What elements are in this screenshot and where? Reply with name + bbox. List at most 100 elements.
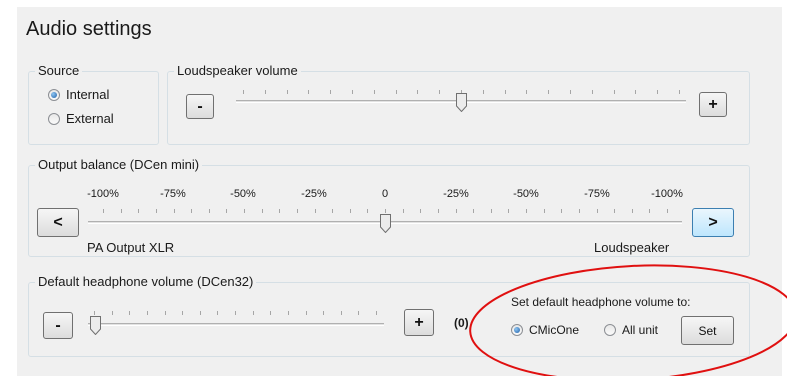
- slider-tick: [657, 90, 659, 94]
- balance-scale-label: -25%: [301, 188, 327, 200]
- slider-tick: [352, 90, 353, 94]
- slider-tick: [614, 209, 616, 213]
- cmicone-radio[interactable]: CMicOne: [511, 323, 579, 337]
- balance-scale-label: -100%: [651, 188, 683, 200]
- slider-tick: [138, 209, 140, 213]
- headphone-minus-button[interactable]: -: [43, 312, 73, 339]
- headphone-volume-slider[interactable]: [88, 311, 384, 337]
- slider-tick: [367, 209, 369, 213]
- balance-scale-label: -75%: [584, 188, 610, 200]
- slider-tick: [173, 209, 175, 213]
- slider-tick: [146, 311, 148, 315]
- source-external-label: External: [66, 111, 114, 126]
- headphone-volume-label: Default headphone volume (DCen32): [35, 274, 257, 289]
- slider-tick: [279, 209, 281, 213]
- slider-tick: [94, 311, 95, 315]
- slider-tick: [526, 209, 527, 213]
- slider-tick: [437, 209, 439, 213]
- source-group: Source: [28, 63, 159, 145]
- slider-tick: [373, 90, 375, 94]
- slider-tick: [402, 209, 404, 213]
- slider-tick: [649, 209, 651, 213]
- slider-tick: [679, 90, 680, 94]
- slider-tick: [543, 209, 545, 213]
- headphone-plus-button[interactable]: +: [404, 309, 434, 336]
- slider-tick: [591, 90, 593, 94]
- balance-scale-label: -50%: [230, 188, 256, 200]
- slider-track: [88, 323, 384, 326]
- slider-tick: [358, 311, 360, 315]
- slider-tick: [439, 90, 441, 94]
- slider-tick: [340, 311, 342, 315]
- slider-tick: [455, 209, 457, 213]
- radio-checked-icon: [511, 324, 523, 336]
- slider-tick: [296, 209, 298, 213]
- slider-tick: [548, 90, 550, 94]
- loudspeaker-volume-slider[interactable]: [236, 90, 686, 116]
- slider-tick: [613, 90, 615, 94]
- slider-tick: [308, 90, 310, 94]
- slider-tick: [261, 209, 263, 213]
- slider-tick: [635, 90, 637, 94]
- slider-tick: [631, 209, 633, 213]
- loudspeaker-plus-button[interactable]: +: [699, 92, 727, 117]
- slider-tick: [164, 311, 166, 315]
- balance-scale-label: -25%: [443, 188, 469, 200]
- balance-scale-label: -100%: [87, 188, 119, 200]
- slider-tick: [420, 209, 422, 213]
- slider-tick: [526, 90, 528, 94]
- balance-scale-label: -50%: [513, 188, 539, 200]
- balance-scale-label: -75%: [160, 188, 186, 200]
- page-title: Audio settings: [26, 18, 152, 40]
- slider-tick: [508, 209, 510, 213]
- slider-tick: [561, 209, 563, 213]
- radio-checked-icon: [48, 88, 60, 101]
- slider-tick: [482, 90, 484, 94]
- slider-thumb[interactable]: [380, 214, 391, 233]
- source-external-radio[interactable]: External: [48, 111, 114, 126]
- slider-tick: [182, 311, 184, 315]
- cmicone-label: CMicOne: [529, 323, 580, 337]
- set-button[interactable]: Set: [681, 316, 734, 345]
- slider-tick: [349, 209, 351, 213]
- balance-left-button[interactable]: <: [37, 208, 79, 237]
- slider-tick: [287, 311, 289, 315]
- slider-tick: [385, 209, 386, 213]
- slider-tick: [199, 311, 201, 315]
- headphone-volume-value: (0): [454, 316, 469, 330]
- set-default-headphone-label: Set default headphone volume to:: [511, 295, 691, 309]
- slider-tick: [243, 90, 244, 94]
- slider-tick: [129, 311, 131, 315]
- source-group-label: Source: [35, 63, 83, 78]
- slider-tick: [103, 209, 104, 213]
- slider-tick: [417, 90, 419, 94]
- slider-tick: [596, 209, 598, 213]
- slider-tick: [395, 90, 397, 94]
- balance-right-endpoint-label: Loudspeaker: [594, 240, 670, 255]
- slider-tick: [314, 209, 316, 213]
- balance-right-button[interactable]: >: [692, 208, 734, 237]
- output-balance-slider[interactable]: [88, 209, 682, 235]
- slider-tick: [323, 311, 325, 315]
- slider-tick: [120, 209, 122, 213]
- slider-tick: [235, 311, 236, 315]
- slider-thumb[interactable]: [456, 93, 467, 112]
- output-balance-label: Output balance (DCen mini): [35, 157, 203, 172]
- slider-tick: [208, 209, 210, 213]
- slider-tick: [570, 90, 571, 94]
- slider-tick: [490, 209, 492, 213]
- slider-tick: [376, 311, 377, 315]
- slider-tick: [305, 311, 307, 315]
- source-internal-label: Internal: [66, 87, 110, 102]
- slider-tick: [252, 311, 254, 315]
- source-internal-radio[interactable]: Internal: [48, 87, 109, 102]
- balance-scale-label: 0: [381, 188, 389, 200]
- slider-tick: [504, 90, 506, 94]
- all-unit-radio[interactable]: All unit: [604, 323, 658, 337]
- loudspeaker-minus-button[interactable]: -: [186, 94, 214, 119]
- slider-tick: [264, 90, 266, 94]
- slider-ticks: [94, 311, 377, 315]
- slider-tick: [111, 311, 113, 315]
- slider-thumb[interactable]: [90, 316, 101, 335]
- balance-left-endpoint-label: PA Output XLR: [87, 240, 175, 255]
